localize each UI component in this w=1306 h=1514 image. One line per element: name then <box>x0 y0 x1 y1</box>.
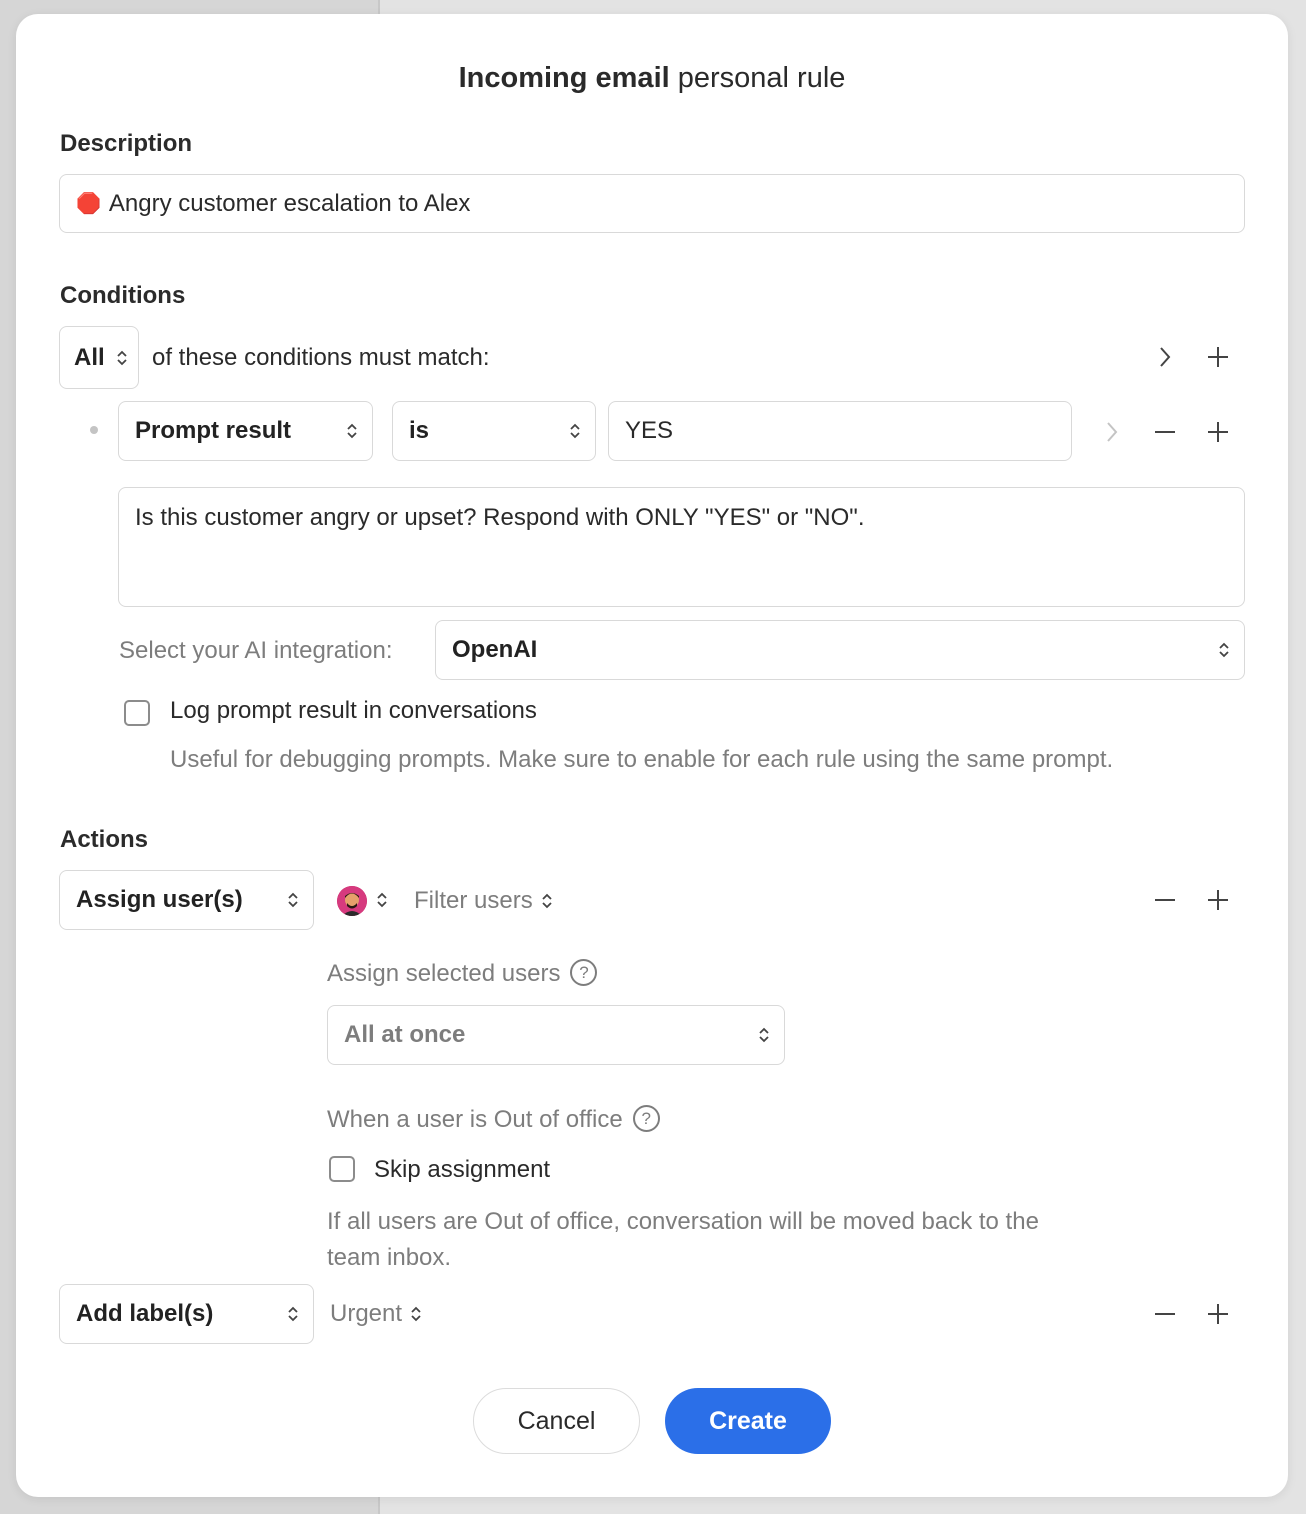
add-action-button[interactable] <box>1203 885 1233 915</box>
integration-label: Select your AI integration: <box>119 637 393 664</box>
updown-icon <box>346 422 358 440</box>
label-action-select[interactable]: Add label(s) <box>59 1284 314 1344</box>
updown-icon <box>542 893 552 909</box>
user-avatar[interactable] <box>337 886 367 916</box>
help-icon[interactable]: ? <box>570 959 598 987</box>
assign-mode-label: Assign selected users? <box>327 959 598 988</box>
minus-icon <box>1155 1313 1175 1315</box>
help-icon[interactable]: ? <box>632 1105 660 1133</box>
ooo-label: When a user is Out of office? <box>327 1105 660 1134</box>
integration-select[interactable]: OpenAI <box>435 620 1245 680</box>
plus-icon <box>1208 1304 1228 1324</box>
remove-assign-action-button[interactable] <box>1150 885 1180 915</box>
updown-icon <box>116 349 128 367</box>
condition-value-input[interactable]: YES <box>608 401 1072 461</box>
assign-action-select[interactable]: Assign user(s) <box>59 870 314 930</box>
log-prompt-label: Log prompt result in conversations <box>170 697 537 724</box>
updown-icon <box>569 422 581 440</box>
actions-label: Actions <box>60 826 149 853</box>
updown-icon <box>758 1026 770 1044</box>
modal-title: Incoming email personal rule <box>458 62 846 94</box>
log-prompt-help: Useful for debugging prompts. Make sure … <box>170 746 1114 773</box>
log-prompt-checkbox[interactable] <box>124 700 150 726</box>
updown-icon <box>411 1306 421 1322</box>
condition-bullet <box>90 426 98 434</box>
description-input[interactable]: 🛑 Angry customer escalation to Alex <box>59 174 1245 233</box>
plus-icon <box>1208 347 1228 367</box>
remove-label-action-button[interactable] <box>1150 1299 1180 1329</box>
chevron-right-icon <box>1107 422 1118 442</box>
minus-icon <box>1155 899 1175 901</box>
plus-icon <box>1208 890 1228 910</box>
match-text: of these conditions must match: <box>152 344 490 371</box>
description-label: Description <box>60 130 193 157</box>
chevron-right-icon <box>1160 347 1171 367</box>
updown-icon <box>1218 641 1230 659</box>
updown-icon <box>287 891 299 909</box>
expand-conditions-button[interactable] <box>1150 342 1180 372</box>
updown-icon <box>287 1305 299 1323</box>
cancel-button[interactable]: Cancel <box>473 1388 640 1454</box>
prompt-textarea[interactable]: Is this customer angry or upset? Respond… <box>118 487 1245 607</box>
rule-modal: Incoming email personal rule Description… <box>16 14 1288 1497</box>
ooo-help: If all users are Out of office, conversa… <box>327 1208 1039 1271</box>
skip-assignment-checkbox[interactable] <box>329 1156 355 1182</box>
plus-icon <box>1208 422 1228 442</box>
labels-dropdown[interactable]: Urgent <box>330 1300 422 1328</box>
condition-operator-select[interactable]: is <box>392 401 596 461</box>
conditions-label: Conditions <box>60 282 186 309</box>
add-condition-group-button[interactable] <box>1203 342 1233 372</box>
condition-field-select[interactable]: Prompt result <box>118 401 373 461</box>
filter-users-dropdown[interactable]: Filter users <box>414 887 553 915</box>
stop-sign-icon: 🛑 <box>76 193 101 215</box>
create-button[interactable]: Create <box>665 1388 831 1454</box>
assign-mode-select[interactable]: All at once <box>327 1005 785 1065</box>
description-value: Angry customer escalation to Alex <box>108 189 471 217</box>
expand-condition-button[interactable] <box>1097 417 1127 447</box>
add-action-button-2[interactable] <box>1203 1299 1233 1329</box>
avatar-updown-icon[interactable] <box>376 891 388 914</box>
match-mode-select[interactable]: All <box>59 326 139 389</box>
add-condition-button[interactable] <box>1203 417 1233 447</box>
skip-assignment-label: Skip assignment <box>374 1156 551 1183</box>
remove-condition-button[interactable] <box>1150 417 1180 447</box>
minus-icon <box>1155 431 1175 433</box>
